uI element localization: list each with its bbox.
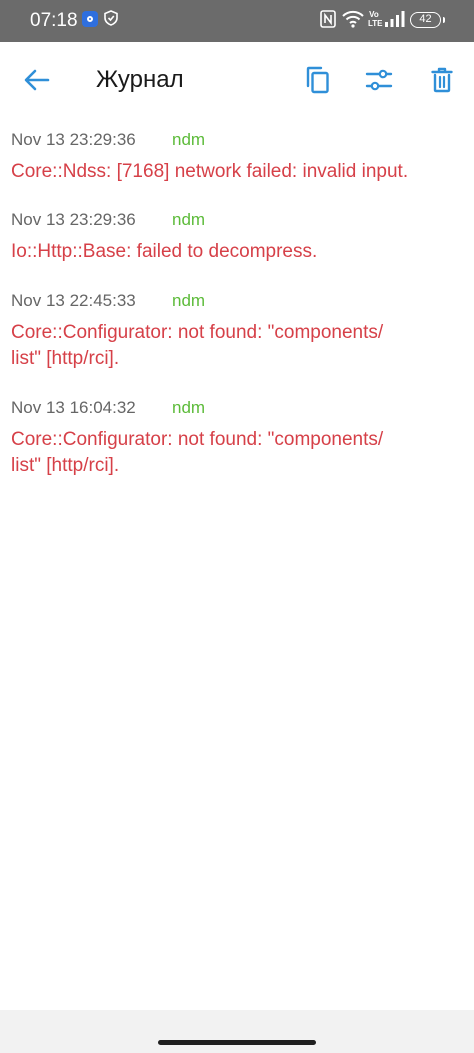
log-entry-source: ndm: [172, 210, 206, 229]
log-entry: Nov 13 16:04:32 ndm Core::Configurator: n…: [11, 395, 461, 479]
log-entry-source: ndm: [172, 130, 206, 149]
log-entry: Nov 13 22:45:33 ndm Core::Configurator: n…: [11, 288, 461, 372]
log-entry-source: ndm: [172, 398, 206, 417]
navigation-bar: [0, 1010, 474, 1053]
log-entry: Nov 13 23:29:36 ndm Core::Ndss: [7168] ne…: [11, 127, 461, 185]
back-arrow-icon[interactable]: [17, 60, 57, 100]
log-entry-message: Core::Ndss: [7168] network failed: inval…: [11, 161, 409, 182]
shield-icon: [104, 10, 118, 26]
app-toolbar: Журнал: [0, 42, 474, 118]
home-gesture-handle[interactable]: [158, 1040, 316, 1045]
volte-indicator: Vo LTE: [368, 10, 383, 28]
status-bar: 07:18 Vo LTE 42: [0, 0, 474, 42]
log-entry-message: Io::Http::Base: failed to decompress.: [11, 241, 318, 262]
log-entry-time: Nov 13 22:45:33: [11, 291, 136, 310]
signal-icon: [385, 11, 405, 27]
log-entry-message: Core::Configurator: not found: "componen…: [11, 429, 384, 476]
log-entry-time: Nov 13 23:29:36: [11, 210, 136, 229]
page-title: Журнал: [96, 66, 184, 93]
log-entry-time: Nov 13 23:29:36: [11, 130, 136, 149]
log-entry-message: Core::Configurator: not found: "componen…: [11, 322, 384, 369]
delete-icon[interactable]: [422, 60, 462, 100]
log-entry-time: Nov 13 16:04:32: [11, 398, 136, 417]
battery-icon: 42: [410, 12, 445, 28]
filter-icon[interactable]: [359, 60, 399, 100]
log-entry-source: ndm: [172, 291, 206, 310]
status-time: 07:18: [30, 10, 78, 31]
hotspot-icon: [82, 11, 98, 27]
nfc-icon: [320, 10, 336, 28]
wifi-icon: [342, 10, 364, 28]
copy-icon[interactable]: [297, 60, 337, 100]
log-entry: Nov 13 23:29:36 ndm Io::Http::Base: faile…: [11, 207, 461, 265]
